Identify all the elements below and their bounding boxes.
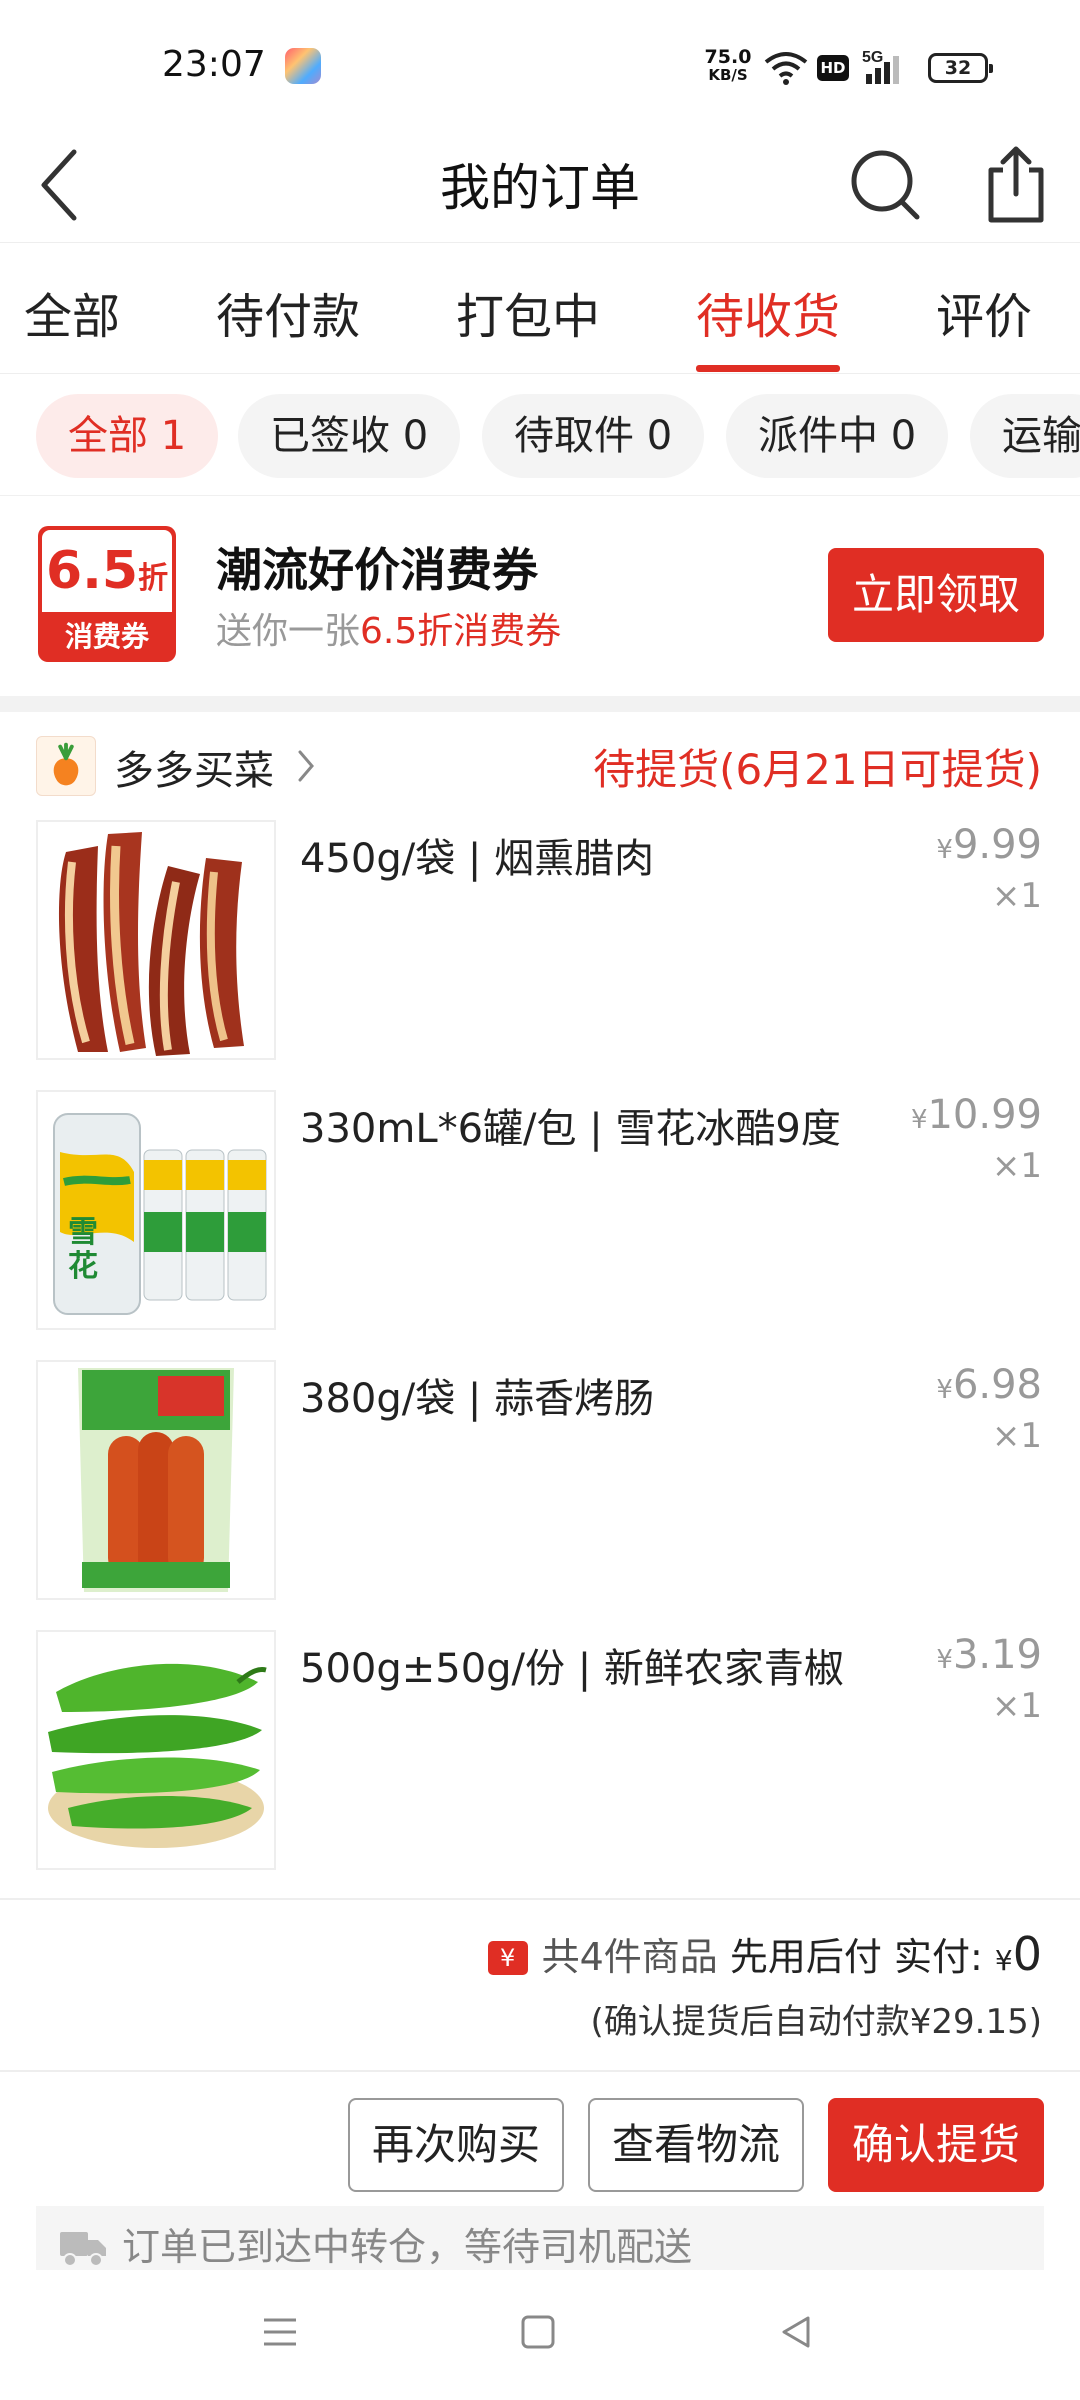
hd-indicator: HD [817, 55, 849, 81]
coupon-title: 潮流好价消费券 [216, 543, 538, 597]
system-nav-bar [0, 2270, 1080, 2400]
claim-coupon-button[interactable]: 立即领取 [828, 548, 1044, 642]
battery-level: 32 [944, 57, 972, 79]
order-status-tabs: 全部 待付款 打包中 待收货 评价 [0, 242, 1080, 374]
paid-label: 实付: [893, 1935, 983, 1979]
app-notification-icon [285, 48, 321, 84]
net-speed: 75.0 KB/S [700, 46, 756, 85]
chip-pickup[interactable]: 待取件 0 [482, 394, 705, 478]
item-title: 380g/袋 | 蒜香烤肠 [300, 1376, 655, 1422]
section-divider [0, 696, 1080, 712]
wifi-icon [764, 52, 808, 85]
item-price: ¥6.98 [936, 1362, 1042, 1408]
order-item[interactable]: 380g/袋 | 蒜香烤肠 ¥6.98 ×1 [0, 1360, 1080, 1630]
pay-mode: 先用后付 [729, 1935, 882, 1979]
paid-amount: 0 [1012, 1927, 1042, 1981]
tab-pending-payment[interactable]: 待付款 [216, 277, 360, 347]
coupon-badge-unit: 折 [138, 561, 169, 596]
item-price: ¥10.99 [910, 1092, 1042, 1138]
status-bar: 23:07 75.0 KB/S HD 5G 32 [0, 0, 1080, 130]
share-icon[interactable] [975, 138, 1055, 228]
svg-text:花: 花 [68, 1250, 98, 1283]
item-quantity: ×1 [991, 1416, 1042, 1456]
auto-pay-note: (确认提货后自动付款¥29.15) [590, 2002, 1043, 2042]
status-time: 23:07 [162, 44, 266, 85]
store-name[interactable]: 多多买菜 [114, 738, 274, 796]
item-title: 500g±50g/份 | 新鲜农家青椒 [300, 1646, 844, 1692]
order-item[interactable]: 500g±50g/份 | 新鲜农家青椒 ¥3.19 ×1 [0, 1630, 1080, 1900]
item-price: ¥3.19 [936, 1632, 1042, 1678]
order-status-text: 待提货(6月21日可提货) [593, 745, 1042, 794]
item-count: 共4件商品 [541, 1935, 718, 1979]
bacon-image [36, 820, 276, 1060]
coupon-badge-icon: 6.5折 消费券 [38, 526, 176, 662]
item-quantity: ×1 [991, 1686, 1042, 1726]
sausage-image [36, 1360, 276, 1600]
active-tab-indicator [696, 365, 840, 372]
store-header[interactable]: 多多买菜 待提货(6月21日可提货) [0, 712, 1080, 822]
signal-icon: 5G [862, 49, 899, 84]
tab-review[interactable]: 评价 [936, 277, 1032, 347]
confirm-pickup-button[interactable]: 确认提货 [828, 2098, 1044, 2192]
battery-icon: 32 [928, 53, 993, 83]
coupon-subtitle-highlight: 6.5折消费券 [360, 611, 562, 652]
pay-later-icon: ¥ [487, 1941, 528, 1975]
item-quantity: ×1 [991, 1146, 1042, 1186]
net-speed-unit: KB/S [708, 66, 748, 84]
top-nav-bar: 我的订单 [0, 130, 1080, 242]
view-logistics-button[interactable]: 查看物流 [588, 2098, 804, 2192]
item-quantity: ×1 [991, 876, 1042, 916]
chip-signed[interactable]: 已签收 0 [238, 394, 461, 478]
tab-packing[interactable]: 打包中 [456, 277, 600, 347]
item-price: ¥9.99 [936, 822, 1042, 868]
home-icon[interactable] [518, 2312, 558, 2352]
logistics-notice[interactable]: 订单已到达中转仓，等待司机配送 [36, 2206, 1044, 2270]
chip-in-transit[interactable]: 运输 [970, 394, 1080, 478]
coupon-badge-label: 消费券 [64, 620, 149, 653]
order-item[interactable]: 雪 花 330mL*6罐/包 | 雪花冰酷9度 ¥10.99 ×1 [0, 1090, 1080, 1360]
green-pepper-image [36, 1630, 276, 1870]
menu-icon[interactable] [260, 2312, 300, 2352]
coupon-subtitle: 送你一张6.5折消费券 [216, 602, 561, 654]
truck-icon [60, 2232, 106, 2267]
order-summary: ¥ 共4件商品 先用后付 实付: ¥0 (确认提货后自动付款¥29.15) [0, 1900, 1080, 2070]
search-icon[interactable] [845, 138, 925, 228]
item-title: 330mL*6罐/包 | 雪花冰酷9度 [300, 1106, 841, 1152]
beer-cans-image: 雪 花 [36, 1090, 276, 1330]
tab-all[interactable]: 全部 [24, 277, 120, 347]
coupon-banner: 6.5折 消费券 潮流好价消费券 送你一张6.5折消费券 立即领取 [0, 496, 1080, 696]
chip-all[interactable]: 全部 1 [36, 394, 219, 478]
paid-currency: ¥ [994, 1944, 1013, 1977]
order-item[interactable]: 450g/袋 | 烟熏腊肉 ¥9.99 ×1 [0, 820, 1080, 1090]
net-speed-value: 75.0 [704, 46, 752, 68]
coupon-badge-discount: 6.5 [45, 541, 139, 601]
store-logo-icon [36, 736, 96, 796]
logistics-notice-text: 订单已到达中转仓，等待司机配送 [122, 2225, 693, 2269]
item-title: 450g/袋 | 烟熏腊肉 [300, 836, 655, 882]
order-actions: 再次购买 查看物流 确认提货 [0, 2072, 1080, 2202]
chip-delivering[interactable]: 派件中 0 [726, 394, 949, 478]
delivery-filter-chips: 全部 1 已签收 0 待取件 0 派件中 0 运输 [0, 374, 1080, 496]
chevron-right-icon[interactable] [296, 748, 316, 784]
back-icon[interactable] [776, 2312, 816, 2352]
rebuy-button[interactable]: 再次购买 [348, 2098, 564, 2192]
tab-pending-receipt[interactable]: 待收货 [696, 277, 840, 347]
order-summary-line: ¥ 共4件商品 先用后付 实付: ¥0 [487, 1926, 1042, 1981]
network-label: 5G [862, 49, 883, 66]
svg-text:雪: 雪 [68, 1216, 98, 1249]
coupon-subtitle-prefix: 送你一张 [216, 611, 361, 652]
